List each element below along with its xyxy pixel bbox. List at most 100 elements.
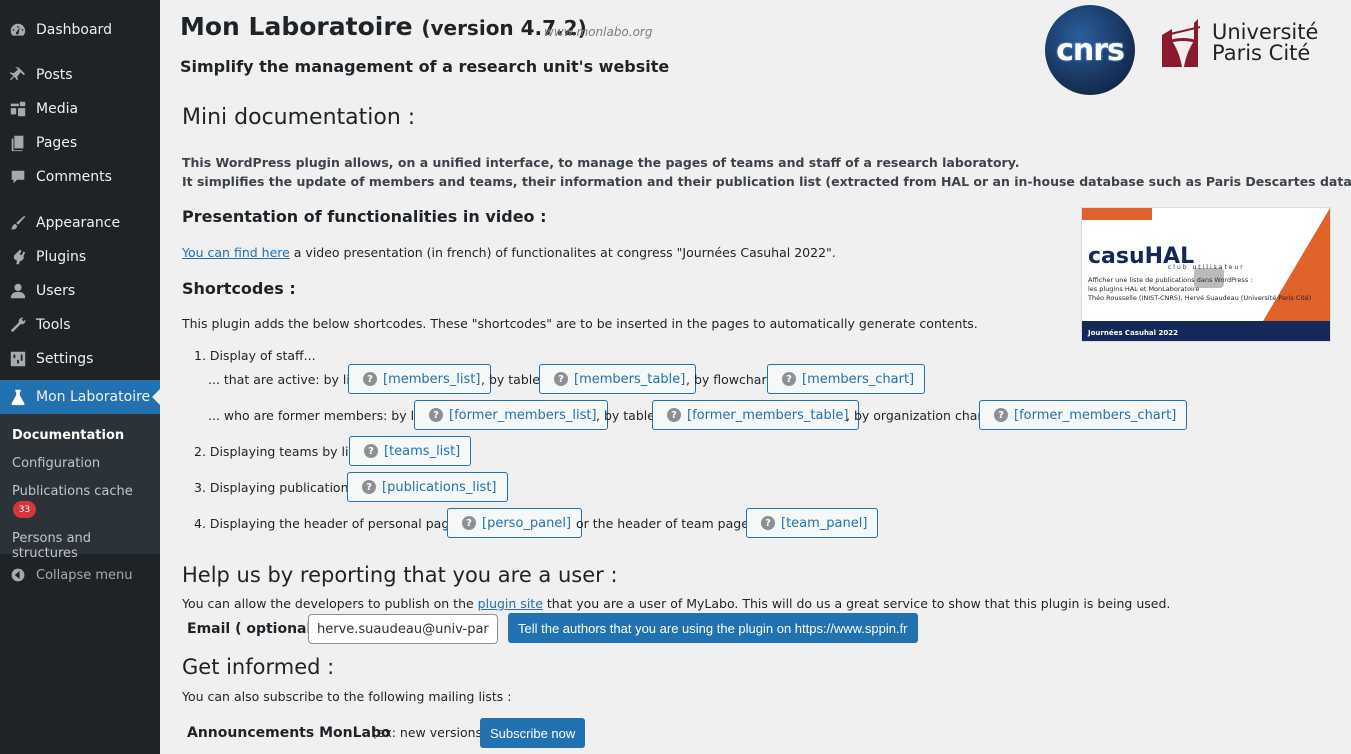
by-table-text-2: , by table — [596, 408, 655, 423]
collapse-menu-label: Collapse menu — [36, 567, 133, 583]
thumb-line-2: les plugins HAL et MonLaboratoire — [1088, 285, 1200, 293]
email-label: Email ( optional ) — [187, 621, 323, 637]
sidebar-item-comments[interactable]: Comments — [0, 160, 160, 194]
brush-icon — [0, 214, 36, 232]
thumb-line-1: Afficher une liste de publications dans … — [1088, 276, 1253, 284]
sidebar-item-label: Media — [36, 101, 79, 117]
help-icon: ? — [364, 444, 378, 458]
submenu-item-documentation[interactable]: Documentation — [12, 428, 124, 443]
active-prefix: ... that are active: by list — [208, 372, 362, 387]
help-icon: ? — [462, 516, 476, 530]
button-label: [publications_list] — [382, 479, 497, 495]
by-org-chart-text: , by organization chart — [846, 408, 988, 423]
user-icon — [0, 282, 36, 300]
button-label: [team_panel] — [781, 515, 868, 531]
submenu-item-persons-structures[interactable]: Persons and structures — [12, 531, 160, 561]
shortcode-members-chart-button[interactable]: ? [members_chart] — [767, 364, 926, 394]
play-icon[interactable] — [1194, 268, 1224, 288]
intro-line-2: It simplifies the update of members and … — [182, 174, 1351, 189]
wrench-icon — [0, 316, 36, 334]
sidebar-item-label: Comments — [36, 169, 112, 185]
get-informed-text: You can also subscribe to the following … — [182, 689, 512, 704]
help-icon: ? — [429, 408, 443, 422]
help-text-after: that you are a user of MyLabo. This will… — [542, 596, 1171, 611]
button-label: [members_list] — [383, 371, 481, 387]
sidebar-item-tools[interactable]: Tools — [0, 308, 160, 342]
sidebar-item-mon-laboratoire[interactable]: Mon Laboratoire — [0, 380, 160, 414]
sidebar-item-appearance[interactable]: Appearance — [0, 206, 160, 240]
media-icon — [0, 100, 36, 118]
update-count-badge: 33 — [13, 501, 36, 518]
button-label: [former_members_table] — [687, 407, 849, 423]
plugin-site-link[interactable]: plugin site — [478, 596, 543, 611]
shortcode-members-list-button[interactable]: ? [members_list] — [348, 364, 492, 394]
shortcode-publications-list-button[interactable]: ? [publications_list] — [347, 472, 508, 502]
cnrs-logo: cnrs — [1045, 5, 1135, 95]
plugin-name: Mon Laboratoire — [180, 12, 413, 41]
sidebar-item-label: Pages — [36, 135, 78, 151]
button-label: [former_members_chart] — [1014, 407, 1177, 423]
shortcode-perso-panel-button[interactable]: ? [perso_panel] — [447, 508, 583, 538]
sidebar-item-pages[interactable]: Pages — [0, 126, 160, 160]
or-team-text: or the header of team pages — [576, 516, 756, 531]
sidebar-item-dashboard[interactable]: Dashboard — [0, 13, 160, 47]
help-icon: ? — [363, 372, 377, 386]
shortcodes-intro: This plugin adds the below shortcodes. T… — [182, 316, 978, 331]
mailing-list-name: Announcements MonLabo — [187, 725, 391, 741]
former-prefix: ... who are former members: by list — [208, 408, 429, 423]
mini-doc-title: Mini documentation : — [182, 105, 416, 130]
admin-sidebar: Dashboard Posts Media Pages Comments App… — [0, 0, 160, 754]
collapse-menu-button[interactable]: Collapse menu — [0, 562, 160, 588]
sidebar-item-plugins[interactable]: Plugins — [0, 240, 160, 274]
shortcode-team-panel-button[interactable]: ? [team_panel] — [746, 508, 879, 538]
flask-icon — [0, 388, 36, 406]
button-label: [members_chart] — [802, 371, 915, 387]
shortcode-former-members-list-button[interactable]: ? [former_members_list] — [414, 400, 608, 430]
video-text: a video presentation (in french) of func… — [289, 245, 836, 260]
plugin-subtitle: Simplify the management of a research un… — [180, 57, 670, 76]
collapse-arrow-icon — [0, 567, 36, 583]
pages-icon — [0, 134, 36, 152]
dashboard-icon — [0, 21, 36, 39]
tell-authors-button[interactable]: Tell the authors that you are using the … — [508, 613, 918, 643]
shortcodes-title: Shortcodes : — [182, 279, 296, 298]
main-content: Mon Laboratoire (version 4.7.2) www.monl… — [160, 0, 1351, 754]
video-link[interactable]: You can find here — [182, 245, 290, 260]
intro-line-1: This WordPress plugin allows, on a unifi… — [182, 155, 1020, 170]
submenu-item-configuration[interactable]: Configuration — [12, 456, 100, 471]
settings-icon — [0, 350, 36, 368]
sidebar-item-label: Users — [36, 283, 76, 299]
video-section-title: Presentation of functionalities in video… — [182, 207, 547, 226]
thumb-footer: Journées Casuhal 2022 — [1088, 329, 1178, 337]
subscribe-button[interactable]: Subscribe now — [480, 718, 586, 748]
shortcode-teams-list-button[interactable]: ? [teams_list] — [349, 436, 472, 466]
sidebar-item-settings[interactable]: Settings — [0, 342, 160, 376]
help-icon: ? — [667, 408, 681, 422]
sidebar-item-label: Mon Laboratoire — [36, 389, 151, 405]
help-us-title: Help us by reporting that you are a user… — [182, 563, 618, 587]
comment-icon — [0, 168, 36, 186]
list-item-1: 1. Display of staff... — [194, 348, 316, 363]
help-text-before: You can allow the developers to publish … — [182, 596, 478, 611]
get-informed-title: Get informed : — [182, 655, 335, 679]
email-field[interactable] — [308, 614, 498, 644]
help-icon: ? — [761, 516, 775, 530]
upc-line-2: Paris Cité — [1212, 41, 1311, 65]
sidebar-item-label: Settings — [36, 351, 94, 367]
sidebar-item-posts[interactable]: Posts — [0, 58, 160, 92]
thumb-header-bar — [1082, 208, 1152, 220]
plugin-icon — [0, 248, 36, 266]
help-icon: ? — [362, 480, 376, 494]
sidebar-item-media[interactable]: Media — [0, 92, 160, 126]
shortcode-members-table-button[interactable]: ? [members_table] — [539, 364, 697, 394]
thumb-line-3: Théo Rousselle (INIST-CNRS), Hervé Suaud… — [1088, 294, 1312, 302]
sidebar-item-users[interactable]: Users — [0, 274, 160, 308]
button-label: [former_members_list] — [449, 407, 597, 423]
submenu-item-publications-cache[interactable]: Publications cache — [12, 484, 133, 499]
sidebar-item-label: Plugins — [36, 249, 87, 265]
video-thumbnail[interactable]: casuHAL club utilisateur Afficher une li… — [1081, 207, 1331, 342]
shortcode-former-members-table-button[interactable]: ? [former_members_table] — [652, 400, 860, 430]
sidebar-item-label: Appearance — [36, 215, 121, 231]
list-item-2: 2. Displaying teams by list — [194, 444, 360, 459]
shortcode-former-members-chart-button[interactable]: ? [former_members_chart] — [979, 400, 1188, 430]
